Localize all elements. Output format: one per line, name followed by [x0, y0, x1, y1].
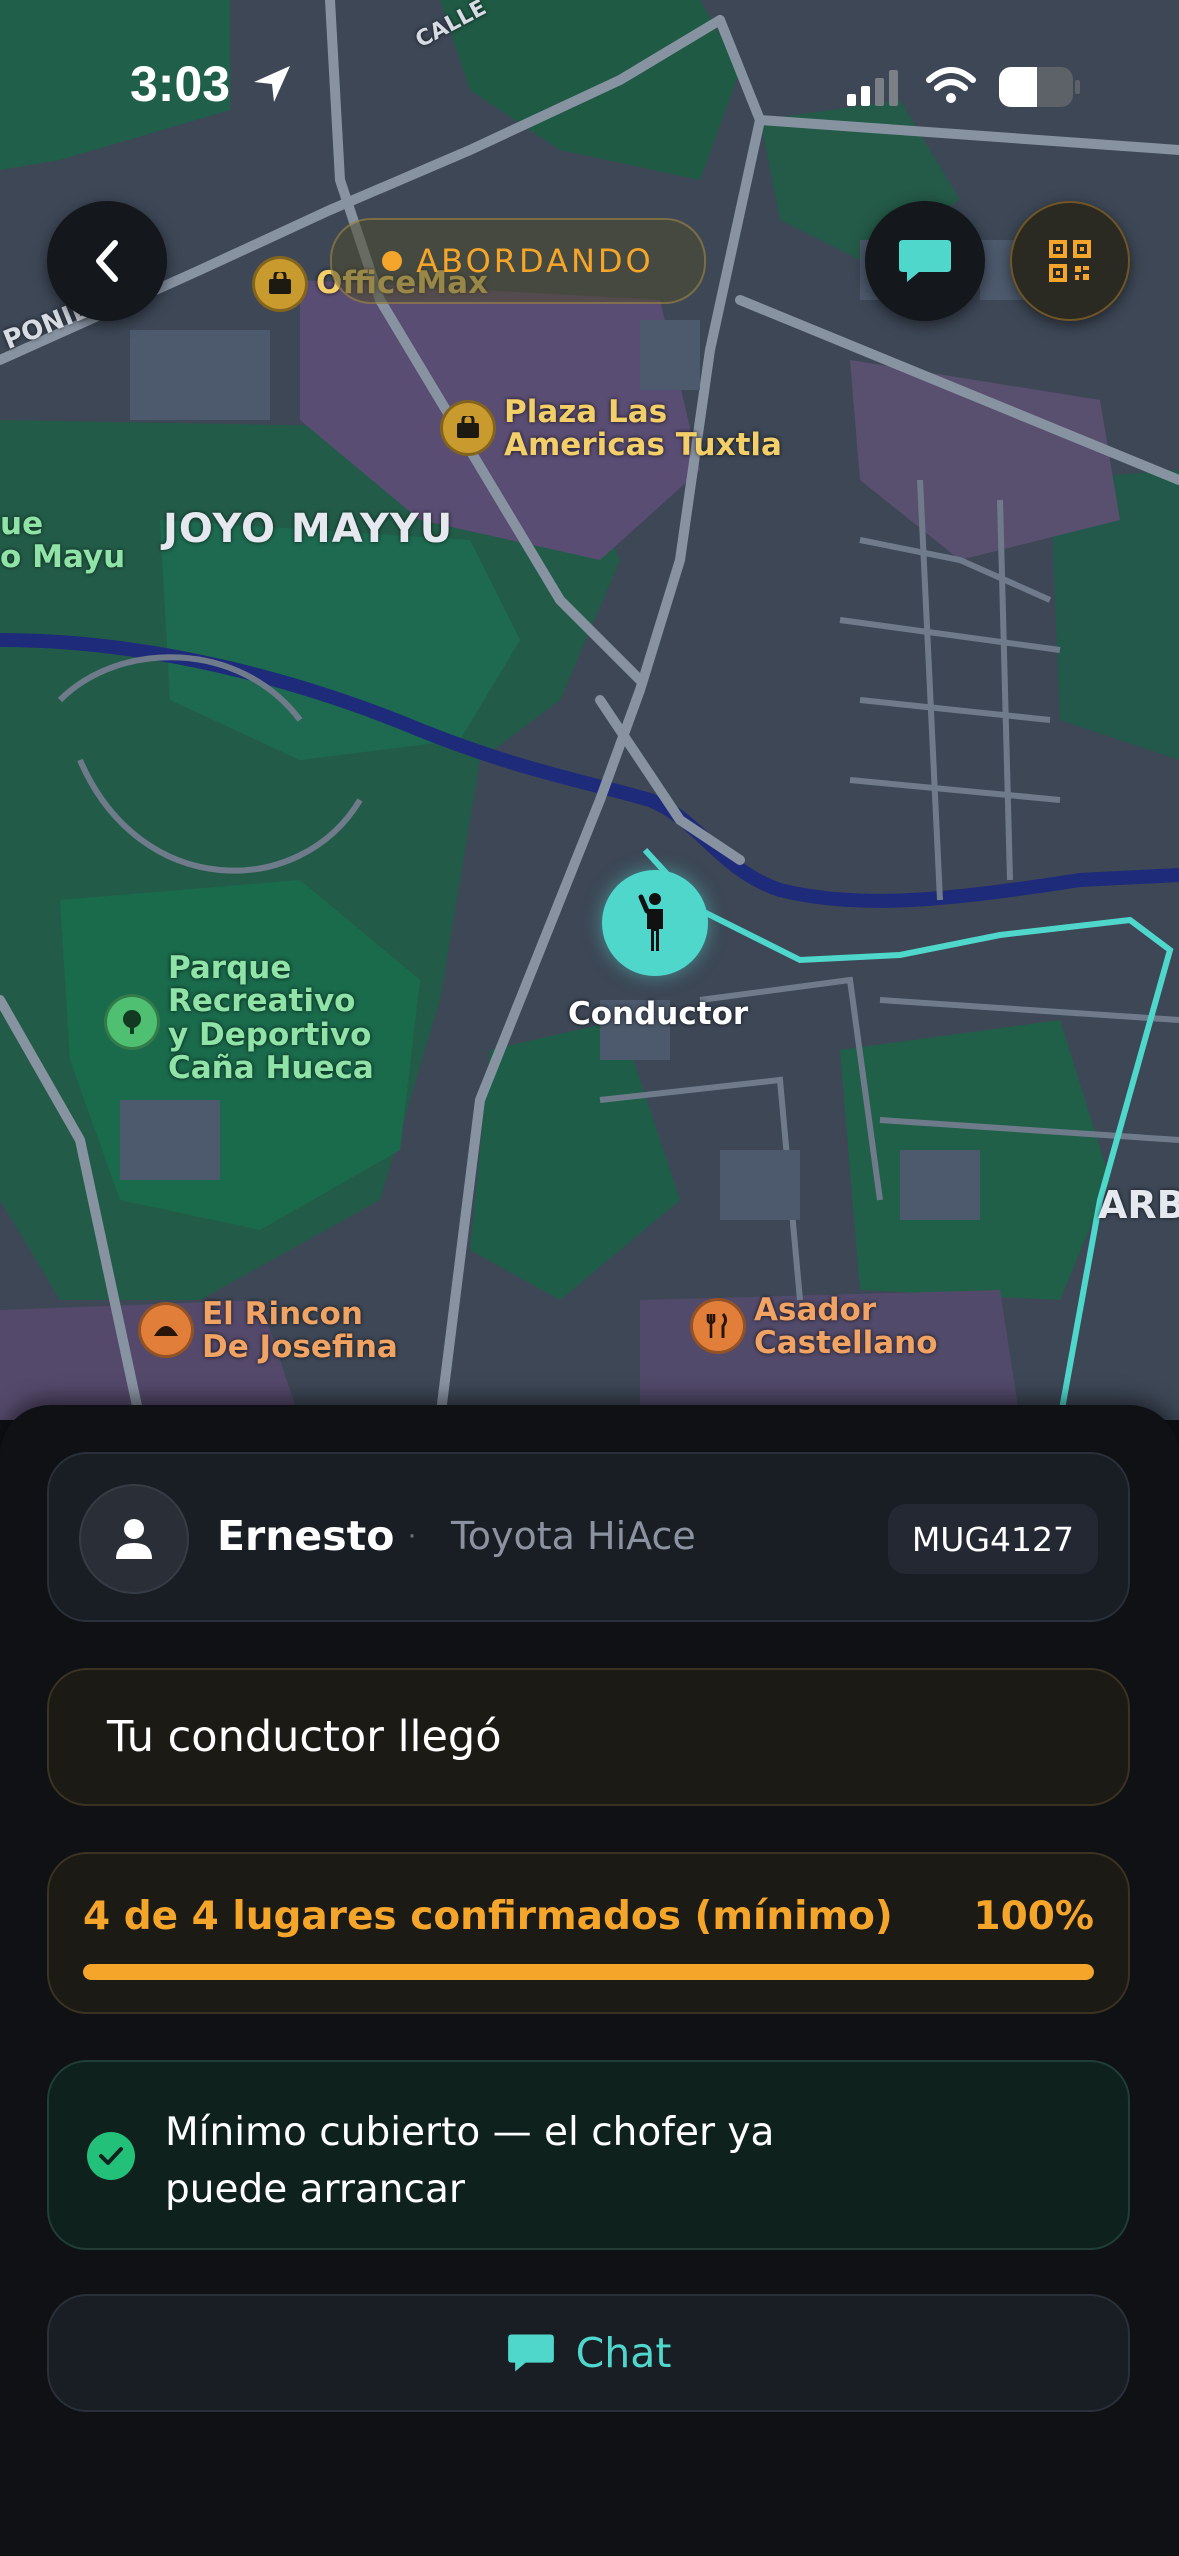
chat-bubble-icon: [507, 2334, 554, 2372]
status-dot: [382, 251, 403, 271]
chat-button[interactable]: Chat: [47, 2294, 1130, 2412]
poi-asador-castellano[interactable]: Asador Castellano: [690, 1292, 938, 1362]
trip-bottom-sheet: Ernesto · Toyota HiAce MUG4127 Tu conduc…: [0, 1405, 1179, 2556]
trip-status-pill: ABORDANDO: [330, 218, 706, 304]
arrival-message: Tu conductor llegó: [107, 1712, 502, 1762]
map-view[interactable]: JOYO MAYYU ue o Mayu ARB PONIEN CALLE Of…: [0, 0, 1179, 1420]
poi-plaza-las-americas[interactable]: Plaza Las Americas Tuxtla: [440, 394, 782, 464]
poi-el-rincon-label: El Rincon De Josefina: [202, 1296, 398, 1366]
battery-icon: [999, 67, 1080, 107]
driver-marker[interactable]: [602, 870, 708, 976]
chevron-left-icon: [96, 240, 118, 282]
check-circle-icon: [87, 2132, 135, 2180]
poi-parque-label: Parque Recreativo y Deportivo Caña Hueca: [168, 950, 374, 1087]
partial-right-label: ARB: [1098, 1183, 1179, 1227]
seats-progress-fill: [83, 1964, 1094, 1980]
qr-code-button[interactable]: [1010, 201, 1130, 321]
location-arrow-icon: [254, 66, 290, 102]
shopping-bag-icon: [252, 256, 308, 312]
driver-marker-label: Conductor: [568, 996, 749, 1032]
minimum-covered-message: Mínimo cubierto — el chofer ya puede arr…: [165, 2110, 775, 2212]
poi-el-rincon[interactable]: El Rincon De Josefina: [138, 1296, 398, 1366]
poi-asador-label: Asador Castellano: [754, 1292, 938, 1362]
user-icon: [116, 1519, 152, 1559]
bakery-icon: [138, 1302, 194, 1358]
restaurant-icon: [690, 1298, 746, 1354]
shopping-bag-icon: [440, 400, 496, 456]
vehicle-model: Toyota HiAce: [451, 1514, 696, 1558]
partial-left-label-2: o Mayu: [0, 539, 126, 575]
partial-left-label-1: ue: [0, 506, 44, 542]
driver-name: Ernesto: [217, 1512, 395, 1560]
avatar: [79, 1484, 189, 1594]
driver-separator: ·: [407, 1518, 417, 1551]
poi-parque-cana-hueca[interactable]: Parque Recreativo y Deportivo Caña Hueca: [104, 950, 374, 1087]
chat-button-label: Chat: [575, 2329, 672, 2377]
driver-card[interactable]: Ernesto · Toyota HiAce MUG4127: [47, 1452, 1130, 1622]
map-base: [0, 0, 1179, 1420]
minimum-covered-banner: Mínimo cubierto — el chofer ya puede arr…: [47, 2060, 1130, 2250]
wifi-icon: [926, 67, 976, 103]
seats-progress-card: 4 de 4 lugares confirmados (mínimo) 100%: [47, 1852, 1130, 2014]
trip-status-label: ABORDANDO: [416, 242, 654, 280]
chat-shortcut-button[interactable]: [865, 201, 985, 321]
seats-progress-bar: [83, 1964, 1094, 1980]
cellular-signal-icon: [847, 70, 898, 106]
app-root: JOYO MAYYU ue o Mayu ARB PONIEN CALLE Of…: [0, 0, 1179, 2556]
status-bar: 3:03: [0, 0, 1179, 150]
tree-icon: [104, 994, 160, 1050]
seats-percent-label: 100%: [973, 1894, 1095, 1939]
seats-confirmed-label: 4 de 4 lugares confirmados (mínimo): [83, 1894, 893, 1939]
license-plate-badge: MUG4127: [887, 1504, 1098, 1574]
qr-code-icon: [1049, 240, 1091, 282]
chat-bubble-icon: [899, 240, 951, 282]
person-waving-icon: [638, 893, 663, 951]
arrival-banner: Tu conductor llegó: [47, 1668, 1130, 1806]
neighborhood-label: JOYO MAYYU: [163, 506, 454, 552]
back-button[interactable]: [47, 201, 167, 321]
status-time: 3:03: [130, 56, 231, 112]
poi-plaza-las-americas-label: Plaza Las Americas Tuxtla: [504, 394, 782, 464]
